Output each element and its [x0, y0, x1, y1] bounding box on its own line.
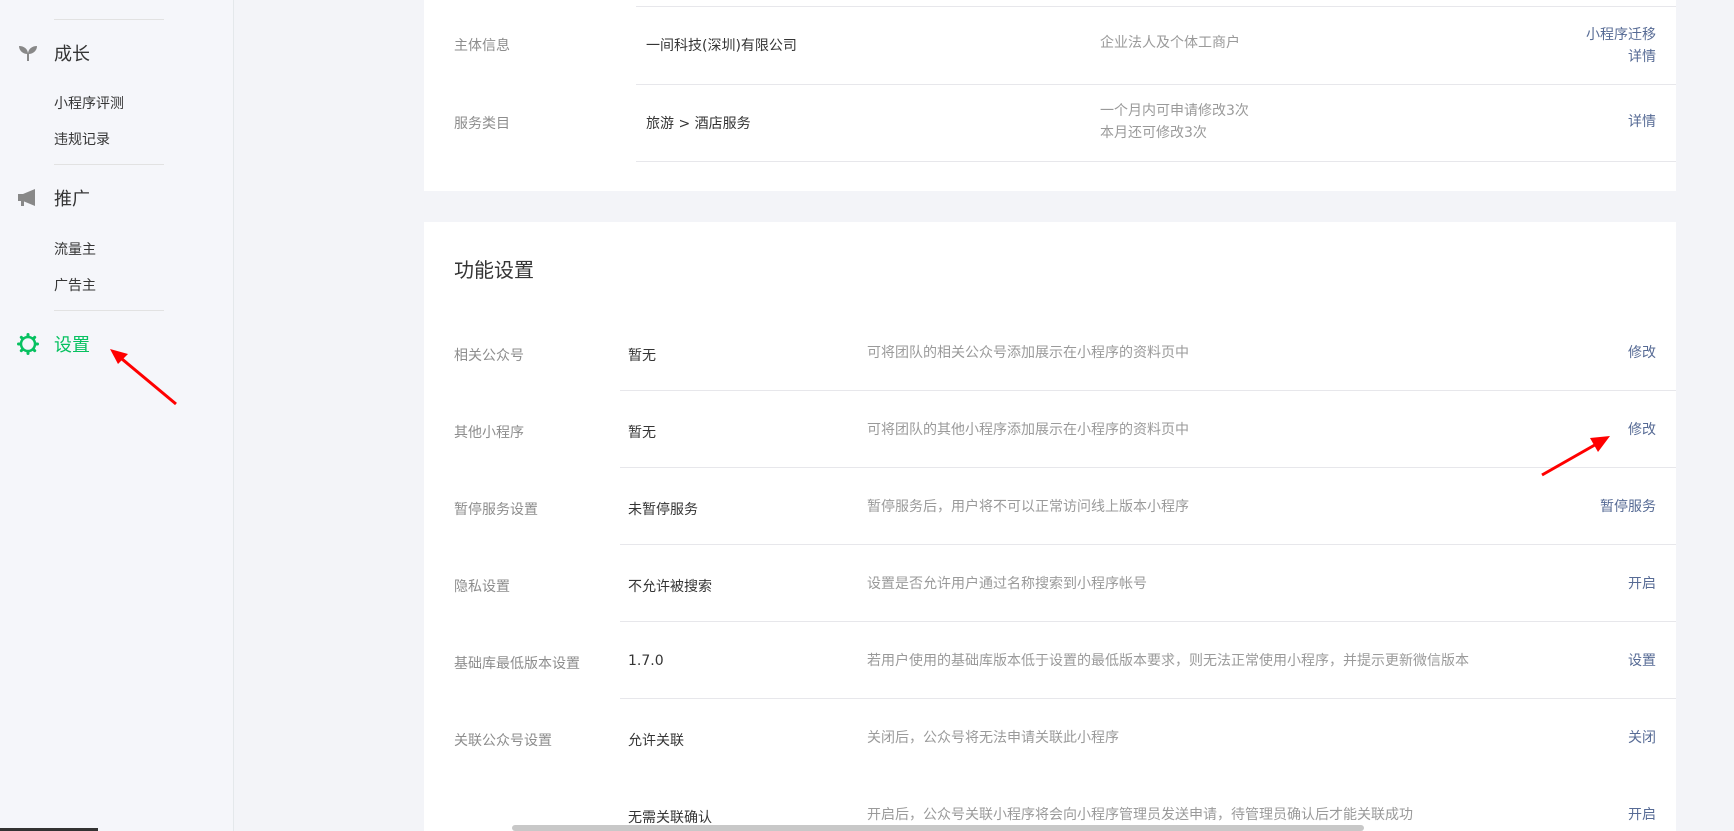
table-row: 相关公众号 暂无 可将团队的相关公众号添加展示在小程序的资料页中 修改: [424, 316, 1676, 393]
table-row: 无需关联确认 开启后，公众号关联小程序将会向小程序管理员发送申请，待管理员确认后…: [424, 778, 1676, 831]
row-value: 暂无: [628, 348, 656, 364]
row-label: 基础库最低版本设置: [454, 656, 580, 672]
row-desc: 关闭后，公众号将无法申请关联此小程序: [867, 730, 1119, 746]
edit-related-account-link[interactable]: 修改: [1628, 342, 1656, 364]
row-desc: 设置是否允许用户通过名称搜索到小程序帐号: [867, 576, 1147, 592]
row-desc: 暂停服务后，用户将不可以正常访问线上版本小程序: [867, 499, 1189, 515]
row-label: 关联公众号设置: [454, 733, 552, 749]
row-divider: [636, 161, 1676, 162]
row-value: 无需关联确认: [628, 810, 712, 826]
table-row: 基础库最低版本设置 1.7.0 若用户使用的基础库版本低于设置的最低版本要求，则…: [424, 624, 1676, 701]
function-settings-card: 功能设置 相关公众号 暂无 可将团队的相关公众号添加展示在小程序的资料页中 修改…: [424, 222, 1676, 831]
horizontal-scrollbar[interactable]: [512, 825, 1364, 831]
sidebar-item-traffic-owner[interactable]: 流量主: [54, 239, 96, 259]
details-link[interactable]: 详情: [1628, 46, 1656, 68]
basic-info-card: 主体信息 一间科技(深圳)有限公司 企业法人及个体工商户 小程序迁移 详情 服务…: [424, 0, 1676, 191]
pause-service-link[interactable]: 暂停服务: [1600, 496, 1656, 518]
row-label: 服务类目: [454, 116, 510, 132]
row-desc: 若用户使用的基础库版本低于设置的最低版本要求，则无法正常使用小程序，并提示更新微…: [867, 653, 1469, 669]
set-min-version-link[interactable]: 设置: [1628, 650, 1656, 672]
row-desc: 一个月内可申请修改3次: [1100, 103, 1249, 119]
row-value: 暂无: [628, 425, 656, 441]
row-value: 不允许被搜索: [628, 579, 712, 595]
row-label: 相关公众号: [454, 348, 524, 364]
disable-association-link[interactable]: 关闭: [1628, 727, 1656, 749]
sidebar: 成长 小程序评测 违规记录 推广 流量主 广告主 设置: [0, 0, 234, 831]
table-row: 其他小程序 暂无 可将团队的其他小程序添加展示在小程序的资料页中 修改: [424, 393, 1676, 470]
row-divider: [620, 621, 1676, 622]
row-divider: [620, 467, 1676, 468]
row-label: 隐私设置: [454, 579, 510, 595]
row-value: 1.7.0: [628, 653, 664, 669]
table-row: 服务类目 旅游 > 酒店服务 一个月内可申请修改3次 本月还可修改3次 详情: [424, 84, 1676, 162]
enable-confirmation-link[interactable]: 开启: [1628, 804, 1656, 826]
row-label: 主体信息: [454, 38, 510, 54]
row-divider: [620, 698, 1676, 699]
sidebar-item-evaluation[interactable]: 小程序评测: [54, 93, 124, 113]
row-value: 旅游 > 酒店服务: [646, 116, 751, 132]
row-value: 未暂停服务: [628, 502, 698, 518]
sidebar-group-label: 成长: [54, 44, 90, 65]
row-desc: 开启后，公众号关联小程序将会向小程序管理员发送申请，待管理员确认后才能关联成功: [867, 807, 1413, 823]
megaphone-icon: [16, 186, 40, 210]
sprout-icon: [16, 41, 40, 65]
row-desc: 可将团队的相关公众号添加展示在小程序的资料页中: [867, 345, 1189, 361]
row-desc: 可将团队的其他小程序添加展示在小程序的资料页中: [867, 422, 1189, 438]
row-divider: [620, 390, 1676, 391]
sidebar-divider: [54, 310, 164, 311]
table-row: 暂停服务设置 未暂停服务 暂停服务后，用户将不可以正常访问线上版本小程序 暂停服…: [424, 470, 1676, 547]
table-row: 主体信息 一间科技(深圳)有限公司 企业法人及个体工商户 小程序迁移 详情: [424, 6, 1676, 84]
migrate-link[interactable]: 小程序迁移: [1586, 24, 1656, 46]
row-desc: 本月还可修改3次: [1100, 125, 1207, 141]
enable-search-link[interactable]: 开启: [1628, 573, 1656, 595]
row-value: 一间科技(深圳)有限公司: [646, 38, 797, 54]
row-desc: 企业法人及个体工商户: [1100, 35, 1240, 51]
sidebar-group-label: 设置: [54, 335, 90, 356]
row-value: 允许关联: [628, 733, 684, 749]
section-title: 功能设置: [454, 258, 534, 282]
gear-icon: [16, 332, 40, 356]
table-row: 隐私设置 不允许被搜索 设置是否允许用户通过名称搜索到小程序帐号 开启: [424, 547, 1676, 624]
row-divider: [620, 544, 1676, 545]
details-link[interactable]: 详情: [1628, 111, 1656, 133]
table-row: 关联公众号设置 允许关联 关闭后，公众号将无法申请关联此小程序 关闭: [424, 701, 1676, 778]
edit-other-miniprogram-link[interactable]: 修改: [1628, 419, 1656, 441]
sidebar-item-advertiser[interactable]: 广告主: [54, 275, 96, 295]
row-label: 其他小程序: [454, 425, 524, 441]
sidebar-divider: [54, 19, 164, 20]
sidebar-group-label: 推广: [54, 189, 90, 210]
row-label: 暂停服务设置: [454, 502, 538, 518]
sidebar-item-violations[interactable]: 违规记录: [54, 129, 110, 149]
sidebar-divider: [54, 164, 164, 165]
